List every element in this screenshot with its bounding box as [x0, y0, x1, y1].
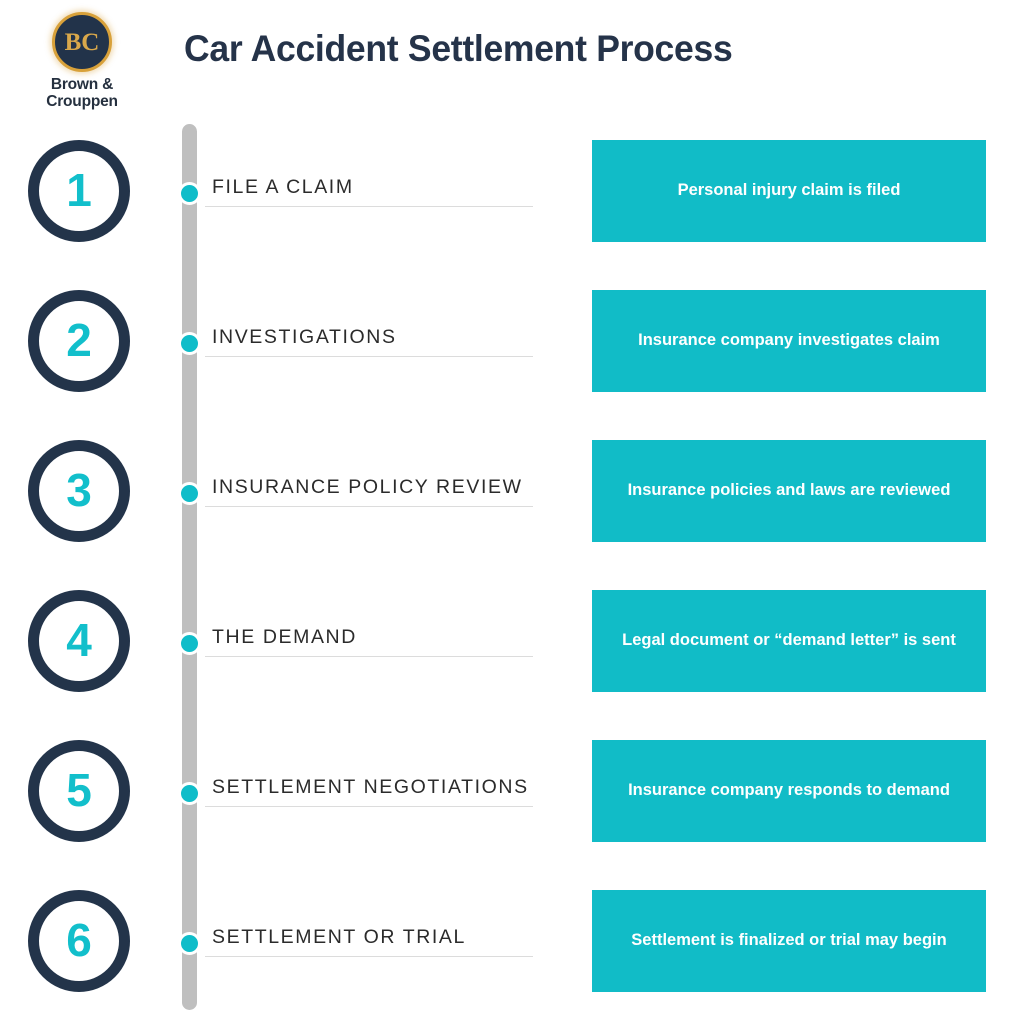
brand-badge-icon: BC: [52, 12, 112, 72]
brand-badge-initials: BC: [64, 28, 100, 56]
step-row-2: 2 INVESTIGATIONS Insurance company inves…: [0, 290, 1024, 392]
step-number-circle-1: 1: [28, 140, 130, 242]
timeline-dot-1: [178, 182, 201, 205]
timeline-dot-2: [178, 332, 201, 355]
step-label-rule-2: [205, 356, 533, 357]
step-label-rule-4: [205, 656, 533, 657]
step-description-3: Insurance policies and laws are reviewed: [627, 481, 951, 500]
step-number-5: 5: [66, 764, 92, 816]
step-label-rule-3: [205, 506, 533, 507]
step-number-1: 1: [66, 164, 92, 216]
page-title: Car Accident Settlement Process: [184, 28, 733, 69]
step-label-rule-6: [205, 956, 533, 957]
step-info-box-1: Personal injury claim is filed: [592, 140, 986, 242]
step-description-6: Settlement is finalized or trial may beg…: [631, 931, 947, 950]
step-row-3: 3 INSURANCE POLICY REVIEW Insurance poli…: [0, 440, 1024, 542]
step-row-4: 4 THE DEMAND Legal document or “demand l…: [0, 590, 1024, 692]
timeline-dot-3: [178, 482, 201, 505]
timeline-dot-5: [178, 782, 201, 805]
step-label-1: FILE A CLAIM: [212, 176, 354, 198]
step-row-6: 6 SETTLEMENT OR TRIAL Settlement is fina…: [0, 890, 1024, 992]
step-number-2: 2: [66, 314, 92, 366]
step-number-circle-6: 6: [28, 890, 130, 992]
brand-name: Brown & Crouppen: [24, 76, 140, 111]
step-row-1: 1 FILE A CLAIM Personal injury claim is …: [0, 140, 1024, 242]
step-label-6: SETTLEMENT OR TRIAL: [212, 926, 466, 948]
step-info-box-4: Legal document or “demand letter” is sen…: [592, 590, 986, 692]
step-label-4: THE DEMAND: [212, 626, 357, 648]
step-number-circle-5: 5: [28, 740, 130, 842]
timeline-dot-4: [178, 632, 201, 655]
step-label-5: SETTLEMENT NEGOTIATIONS: [212, 776, 529, 798]
step-info-box-3: Insurance policies and laws are reviewed: [592, 440, 986, 542]
step-description-4: Legal document or “demand letter” is sen…: [622, 631, 956, 650]
step-number-circle-3: 3: [28, 440, 130, 542]
step-number-circle-2: 2: [28, 290, 130, 392]
step-number-3: 3: [66, 464, 92, 516]
step-description-1: Personal injury claim is filed: [677, 181, 901, 200]
step-number-circle-4: 4: [28, 590, 130, 692]
step-label-3: INSURANCE POLICY REVIEW: [212, 476, 523, 498]
brand-logo: BC Brown & Crouppen: [24, 10, 140, 111]
step-description-2: Insurance company investigates claim: [638, 331, 940, 350]
step-number-6: 6: [66, 914, 92, 966]
step-label-rule-5: [205, 806, 533, 807]
step-row-5: 5 SETTLEMENT NEGOTIATIONS Insurance comp…: [0, 740, 1024, 842]
step-info-box-6: Settlement is finalized or trial may beg…: [592, 890, 986, 992]
step-label-rule-1: [205, 206, 533, 207]
timeline-track: [182, 124, 197, 1010]
step-info-box-5: Insurance company responds to demand: [592, 740, 986, 842]
step-label-2: INVESTIGATIONS: [212, 326, 397, 348]
infographic-canvas: BC Brown & Crouppen Car Accident Settlem…: [0, 0, 1024, 1024]
brand-name-line1: Brown &: [50, 76, 114, 93]
step-info-box-2: Insurance company investigates claim: [592, 290, 986, 392]
timeline-dot-6: [178, 932, 201, 955]
step-number-4: 4: [66, 614, 92, 666]
step-description-5: Insurance company responds to demand: [628, 781, 950, 800]
brand-name-line2: Crouppen: [46, 93, 118, 111]
